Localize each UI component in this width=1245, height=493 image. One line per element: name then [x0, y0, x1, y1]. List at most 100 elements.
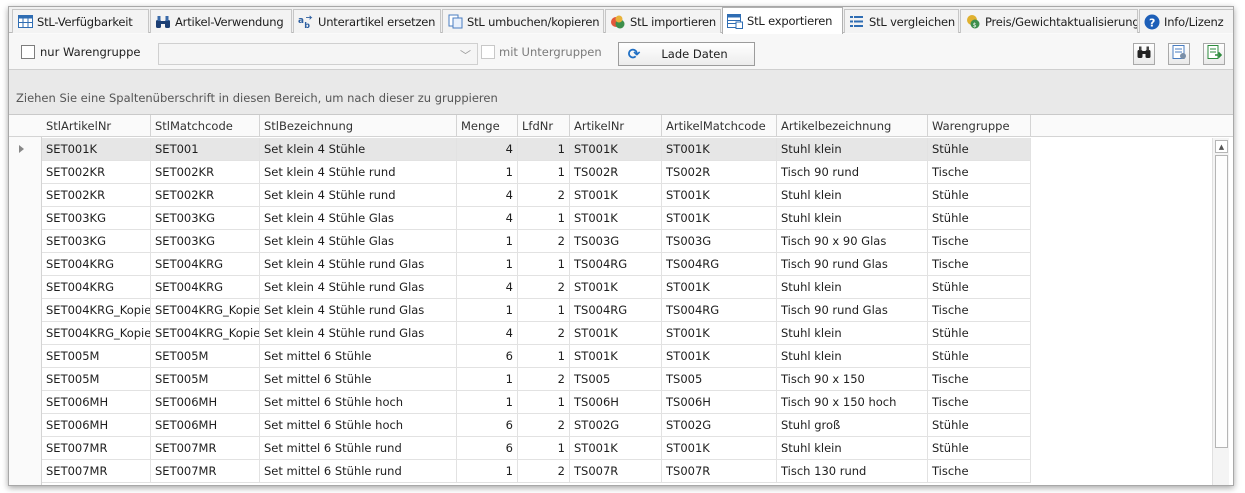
cell-stlbezeichnung[interactable]: Set mittel 6 Stühle rund [260, 460, 457, 483]
cell-lfdnr[interactable]: 1 [518, 161, 570, 184]
cell-stlbezeichnung[interactable]: Set klein 4 Stühle Glas [260, 207, 457, 230]
cell-artikelmatchcode[interactable]: ST001K [662, 207, 777, 230]
cell-artikelmatchcode[interactable]: TS002R [662, 161, 777, 184]
cell-menge[interactable]: 1 [457, 253, 518, 276]
tab-stl-importieren[interactable]: StL importieren [605, 9, 721, 33]
cell-menge[interactable]: 4 [457, 138, 518, 161]
cell-lfdnr[interactable]: 1 [518, 207, 570, 230]
cell-warengruppe[interactable]: Stühle [928, 207, 1031, 230]
cell-lfdnr[interactable]: 1 [518, 138, 570, 161]
export-grid-button[interactable] [1168, 43, 1190, 65]
cell-stlbezeichnung[interactable]: Set klein 4 Stühle rund Glas [260, 322, 457, 345]
table-row[interactable]: SET005M SET005M Set mittel 6 Stühle 6 1 ST001… [9, 345, 1032, 368]
column-header-artikelnr[interactable]: ArtikelNr [570, 115, 662, 137]
cell-warengruppe[interactable]: Stühle [928, 184, 1031, 207]
cell-stlmatchcode[interactable]: SET005M [151, 345, 260, 368]
table-row[interactable]: SET007MR SET007MR Set mittel 6 Stühle rund… [9, 437, 1032, 460]
cell-menge[interactable]: 4 [457, 207, 518, 230]
column-header-stlmatchcode[interactable]: StlMatchcode [151, 115, 260, 137]
cell-stlmatchcode[interactable]: SET002KR [151, 184, 260, 207]
cell-lfdnr[interactable]: 1 [518, 299, 570, 322]
table-row[interactable]: SET004KRG SET004KRG Set klein 4 Stühle run… [9, 253, 1032, 276]
cell-warengruppe[interactable]: Tische [928, 299, 1031, 322]
cell-artikelbezeichnung[interactable]: Tisch 90 rund [777, 161, 928, 184]
cell-menge[interactable]: 1 [457, 368, 518, 391]
cell-stlmatchcode[interactable]: SET007MR [151, 437, 260, 460]
table-row[interactable]: SET003KG SET003KG Set klein 4 Stühle Glas 4… [9, 207, 1032, 230]
tab-stl-vergleichen[interactable]: StL vergleichen [844, 9, 959, 33]
cell-lfdnr[interactable]: 1 [518, 391, 570, 414]
cell-artikelnr[interactable]: ST001K [570, 276, 662, 299]
cell-warengruppe[interactable]: Stühle [928, 345, 1031, 368]
cell-artikelnr[interactable]: TS003G [570, 230, 662, 253]
cell-artikelbezeichnung[interactable]: Tisch 90 x 150 hoch [777, 391, 928, 414]
chevron-down-icon[interactable]: ﹀ [460, 47, 471, 63]
cell-stlbezeichnung[interactable]: Set klein 4 Stühle rund [260, 184, 457, 207]
cell-menge[interactable]: 4 [457, 276, 518, 299]
column-header-warengruppe[interactable]: Warengruppe [928, 115, 1031, 137]
cell-stlartikelnr[interactable]: SET001K [42, 138, 151, 161]
table-row[interactable]: SET003KG SET003KG Set klein 4 Stühle Glas 1… [9, 230, 1032, 253]
cell-artikelnr[interactable]: TS004RG [570, 299, 662, 322]
cell-artikelnr[interactable]: ST001K [570, 322, 662, 345]
cell-artikelmatchcode[interactable]: ST001K [662, 345, 777, 368]
cell-artikelbezeichnung[interactable]: Stuhl klein [777, 322, 928, 345]
cell-warengruppe[interactable]: Stühle [928, 276, 1031, 299]
cell-stlmatchcode[interactable]: SET003KG [151, 207, 260, 230]
cell-stlmatchcode[interactable]: SET004KRG [151, 253, 260, 276]
cell-warengruppe[interactable]: Tische [928, 368, 1031, 391]
cell-stlbezeichnung[interactable]: Set mittel 6 Stühle rund [260, 437, 457, 460]
table-row[interactable]: SET002KR SET002KR Set klein 4 Stühle rund 4… [9, 184, 1032, 207]
cell-artikelbezeichnung[interactable]: Stuhl klein [777, 345, 928, 368]
cell-artikelbezeichnung[interactable]: Tisch 90 rund Glas [777, 299, 928, 322]
cell-stlmatchcode[interactable]: SET005M [151, 368, 260, 391]
cell-menge[interactable]: 1 [457, 161, 518, 184]
cell-lfdnr[interactable]: 2 [518, 276, 570, 299]
cell-menge[interactable]: 6 [457, 437, 518, 460]
cell-menge[interactable]: 4 [457, 184, 518, 207]
cell-artikelnr[interactable]: TS002R [570, 161, 662, 184]
table-row[interactable]: SET002KR SET002KR Set klein 4 Stühle rund 1… [9, 161, 1032, 184]
cell-artikelmatchcode[interactable]: TS006H [662, 391, 777, 414]
warengruppe-checkbox[interactable] [21, 45, 35, 59]
cell-stlartikelnr[interactable]: SET007MR [42, 437, 151, 460]
cell-stlmatchcode[interactable]: SET003KG [151, 230, 260, 253]
cell-artikelmatchcode[interactable]: ST001K [662, 437, 777, 460]
cell-menge[interactable]: 1 [457, 391, 518, 414]
cell-artikelnr[interactable]: ST001K [570, 207, 662, 230]
cell-warengruppe[interactable]: Tische [928, 161, 1031, 184]
cell-artikelnr[interactable]: ST001K [570, 345, 662, 368]
cell-lfdnr[interactable]: 2 [518, 368, 570, 391]
table-row[interactable]: SET004KRG_Kopie SET004KRG_Kopie Set klein … [9, 322, 1032, 345]
cell-artikelnr[interactable]: ST001K [570, 138, 662, 161]
warengruppe-select[interactable]: ﹀ [158, 43, 478, 65]
cell-warengruppe[interactable]: Tische [928, 391, 1031, 414]
cell-stlartikelnr[interactable]: SET003KG [42, 230, 151, 253]
cell-stlartikelnr[interactable]: SET002KR [42, 161, 151, 184]
cell-artikelmatchcode[interactable]: TS005 [662, 368, 777, 391]
cell-artikelnr[interactable]: TS006H [570, 391, 662, 414]
cell-stlbezeichnung[interactable]: Set klein 4 Stühle rund Glas [260, 276, 457, 299]
cell-artikelbezeichnung[interactable]: Stuhl groß [777, 414, 928, 437]
cell-stlbezeichnung[interactable]: Set mittel 6 Stühle hoch [260, 414, 457, 437]
tab-stl-verfuegbarkeit[interactable]: StL-Verfügbarkeit [12, 9, 149, 33]
tab-artikel-verwendung[interactable]: Artikel-Verwendung [150, 9, 292, 33]
cell-stlartikelnr[interactable]: SET004KRG [42, 253, 151, 276]
cell-lfdnr[interactable]: 2 [518, 322, 570, 345]
cell-stlartikelnr[interactable]: SET005M [42, 345, 151, 368]
cell-artikelnr[interactable]: TS004RG [570, 253, 662, 276]
cell-warengruppe[interactable]: Tische [928, 460, 1031, 483]
cell-artikelmatchcode[interactable]: ST001K [662, 276, 777, 299]
cell-stlbezeichnung[interactable]: Set mittel 6 Stühle [260, 368, 457, 391]
cell-stlartikelnr[interactable]: SET004KRG_Kopie [42, 322, 151, 345]
cell-stlmatchcode[interactable]: SET002KR [151, 161, 260, 184]
cell-artikelmatchcode[interactable]: TS004RG [662, 299, 777, 322]
cell-lfdnr[interactable]: 2 [518, 460, 570, 483]
cell-artikelnr[interactable]: ST001K [570, 184, 662, 207]
cell-artikelnr[interactable]: ST001K [570, 437, 662, 460]
scrollbar-thumb[interactable] [1215, 155, 1228, 448]
scroll-up-arrow-icon[interactable]: ▲ [1215, 140, 1228, 153]
cell-menge[interactable]: 4 [457, 322, 518, 345]
column-header-artikelmatchcode[interactable]: ArtikelMatchcode [662, 115, 777, 137]
table-row[interactable]: SET006MH SET006MH Set mittel 6 Stühle hoch… [9, 414, 1032, 437]
